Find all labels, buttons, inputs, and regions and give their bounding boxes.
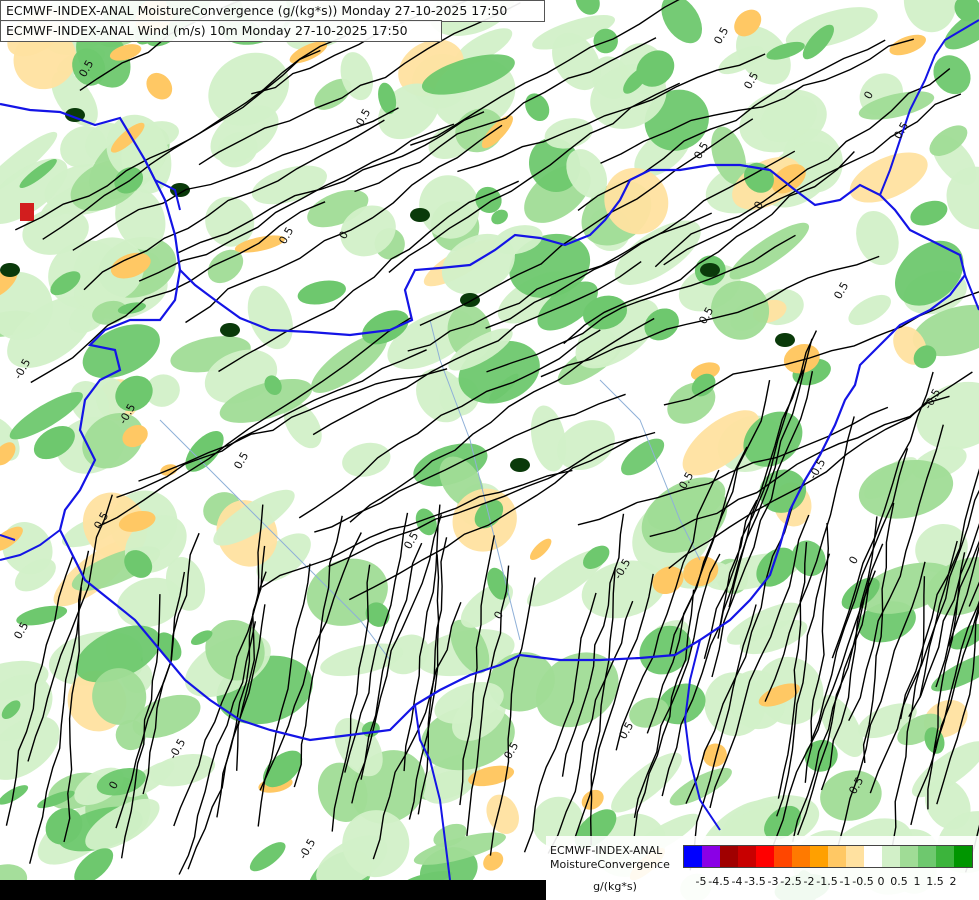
legend-swatch	[936, 846, 954, 867]
legend-tick-label: -1.5	[816, 875, 838, 888]
legend-name-line2: MoistureConvergence	[550, 858, 670, 871]
legend-ticks: -5 -4.5 -4 -3.5 -3 -2.5 -2 -1.5 -1 -0.5 0 0.5 1 1.5 2	[683, 875, 973, 889]
legend-swatch	[738, 846, 756, 867]
legend-tick-label: -4.5	[708, 875, 730, 888]
legend-swatch	[756, 846, 774, 867]
legend-tick-label: 0.5	[890, 875, 908, 888]
legend-tick-label: -1	[839, 875, 851, 888]
convergence-max	[410, 208, 430, 222]
legend-swatch	[954, 846, 972, 867]
legend-tick-label: 1.5	[926, 875, 944, 888]
convergence-max	[510, 458, 530, 472]
convergence-max	[0, 263, 20, 277]
legend-units: g/(kg*s)	[593, 880, 637, 893]
legend-swatch	[792, 846, 810, 867]
legend-tick-label: -0.5	[852, 875, 874, 888]
legend-swatch	[774, 846, 792, 867]
legend-swatch	[828, 846, 846, 867]
divergence-max	[20, 203, 34, 221]
legend-swatch	[720, 846, 738, 867]
legend-tick-label: -5	[695, 875, 707, 888]
wind-title: ECMWF-INDEX-ANAL Wind (m/s) 10m Monday 2…	[0, 20, 442, 42]
moisture-convergence-title: ECMWF-INDEX-ANAL MoistureConvergence (g/…	[0, 0, 545, 22]
legend-tick-label: -3.5	[744, 875, 766, 888]
legend-swatch	[918, 846, 936, 867]
legend-swatch	[702, 846, 720, 867]
legend-tick-label: 0	[877, 875, 885, 888]
legend-swatches	[683, 845, 973, 868]
legend-swatch	[846, 846, 864, 867]
convergence-max	[700, 263, 720, 277]
legend-swatch	[900, 846, 918, 867]
legend-name-line1: ECMWF-INDEX-ANAL	[550, 844, 663, 857]
legend-tick-label: 1	[913, 875, 921, 888]
legend-swatch	[684, 846, 702, 867]
legend-tick-label: 2	[949, 875, 957, 888]
legend-tick-label: -2	[803, 875, 815, 888]
legend-swatch	[810, 846, 828, 867]
legend-swatch	[882, 846, 900, 867]
color-legend: ECMWF-INDEX-ANAL MoistureConvergence g/(…	[546, 836, 979, 900]
legend-title: ECMWF-INDEX-ANAL MoistureConvergence	[550, 844, 680, 872]
legend-swatch	[864, 846, 882, 867]
legend-tick-label: -2.5	[780, 875, 802, 888]
weather-map: 0.5-0.500.5-0.50.500.5-0.50.50-0.50.50.5…	[0, 0, 979, 900]
convergence-max	[775, 333, 795, 347]
legend-tick-label: -3	[767, 875, 779, 888]
bottom-bar	[0, 880, 546, 900]
convergence-max	[220, 323, 240, 337]
legend-tick-label: -4	[731, 875, 743, 888]
